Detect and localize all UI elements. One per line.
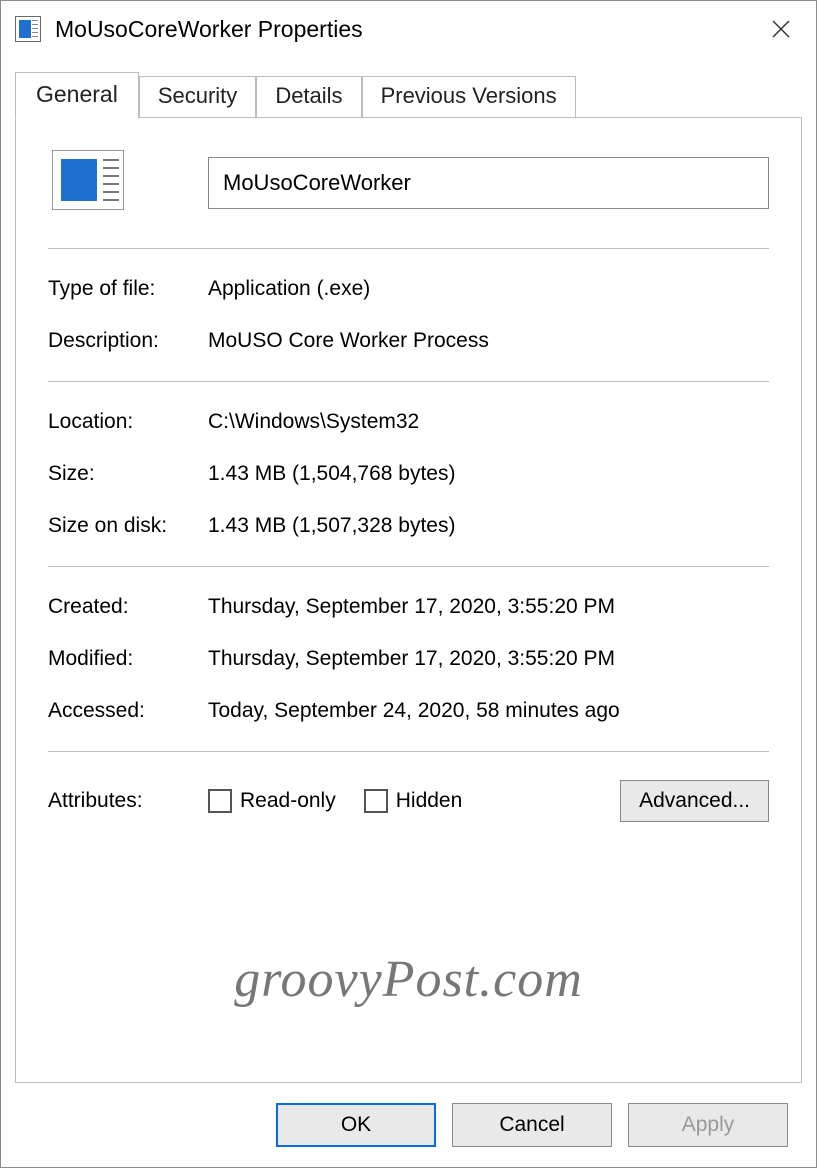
tab-previous-versions[interactable]: Previous Versions: [362, 76, 576, 118]
tab-details[interactable]: Details: [256, 76, 361, 118]
client-area: General Security Details Previous Versio…: [1, 57, 816, 1167]
filename-input[interactable]: [208, 157, 769, 209]
size-on-disk-value: 1.43 MB (1,507,328 bytes): [208, 514, 769, 538]
attributes-label: Attributes:: [48, 789, 208, 813]
modified-label: Modified:: [48, 647, 208, 671]
cancel-button[interactable]: Cancel: [452, 1103, 612, 1147]
separator: [48, 248, 769, 249]
hidden-label: Hidden: [396, 789, 463, 813]
apply-button: Apply: [628, 1103, 788, 1147]
tab-security[interactable]: Security: [139, 76, 256, 118]
location-value: C:\Windows\System32: [208, 410, 769, 434]
close-icon: [771, 19, 791, 39]
separator: [48, 381, 769, 382]
separator: [48, 566, 769, 567]
ok-button[interactable]: OK: [276, 1103, 436, 1147]
hidden-checkbox[interactable]: Hidden: [364, 789, 463, 813]
dialog-footer: OK Cancel Apply: [15, 1083, 802, 1167]
advanced-button[interactable]: Advanced...: [620, 780, 769, 822]
accessed-value: Today, September 24, 2020, 58 minutes ag…: [208, 699, 769, 723]
file-type-icon-cell: [48, 150, 208, 216]
description-label: Description:: [48, 329, 208, 353]
titlebar: MoUsoCoreWorker Properties: [1, 1, 816, 57]
separator: [48, 751, 769, 752]
size-label: Size:: [48, 462, 208, 486]
close-button[interactable]: [746, 1, 816, 57]
app-icon: [15, 16, 41, 42]
properties-dialog: MoUsoCoreWorker Properties General Secur…: [0, 0, 817, 1168]
tab-page-general: Type of file: Application (.exe) Descrip…: [15, 117, 802, 1083]
size-on-disk-label: Size on disk:: [48, 514, 208, 538]
size-value: 1.43 MB (1,504,768 bytes): [208, 462, 769, 486]
tab-general[interactable]: General: [15, 72, 139, 119]
type-of-file-value: Application (.exe): [208, 277, 769, 301]
type-of-file-label: Type of file:: [48, 277, 208, 301]
tab-host: General Security Details Previous Versio…: [15, 71, 802, 1083]
accessed-label: Accessed:: [48, 699, 208, 723]
checkbox-icon: [364, 789, 388, 813]
window-title: MoUsoCoreWorker Properties: [55, 16, 746, 43]
location-label: Location:: [48, 410, 208, 434]
created-value: Thursday, September 17, 2020, 3:55:20 PM: [208, 595, 769, 619]
readonly-checkbox[interactable]: Read-only: [208, 789, 336, 813]
tab-strip: General Security Details Previous Versio…: [15, 71, 802, 118]
modified-value: Thursday, September 17, 2020, 3:55:20 PM: [208, 647, 769, 671]
description-value: MoUSO Core Worker Process: [208, 329, 769, 353]
file-type-icon: [52, 150, 124, 210]
checkbox-icon: [208, 789, 232, 813]
readonly-label: Read-only: [240, 789, 336, 813]
created-label: Created:: [48, 595, 208, 619]
